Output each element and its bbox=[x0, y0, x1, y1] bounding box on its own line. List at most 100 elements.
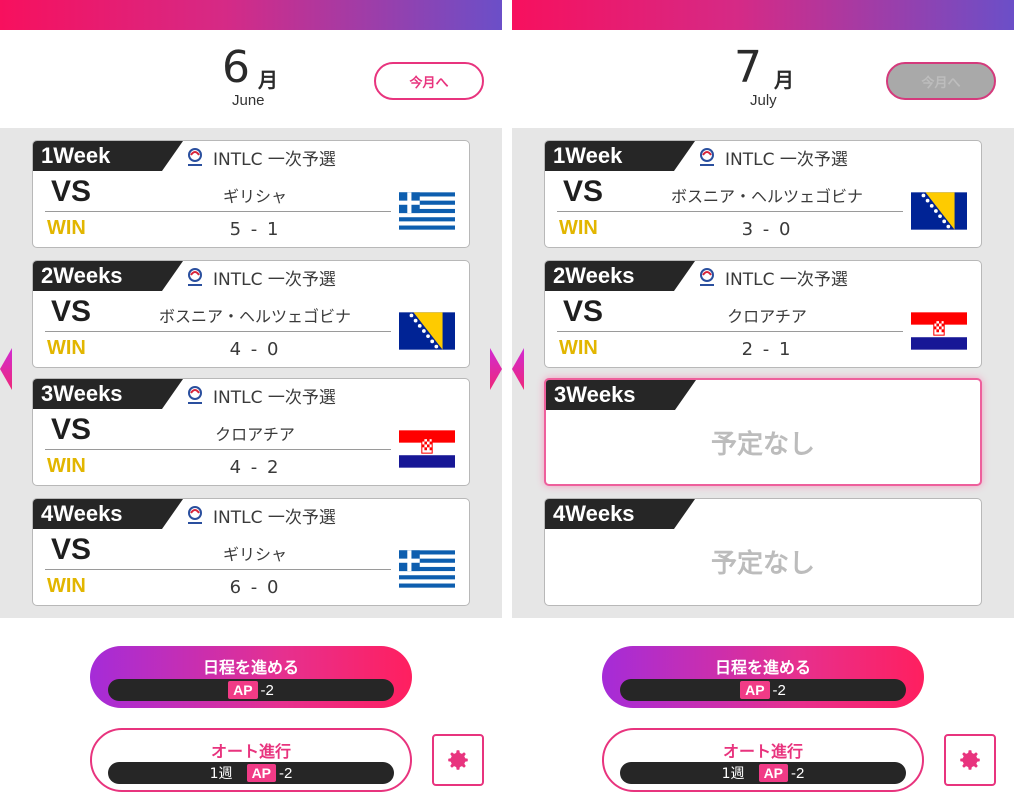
vs-label: VS bbox=[51, 533, 92, 566]
divider bbox=[45, 331, 391, 332]
auto-advance-button[interactable]: オート進行 1週 AP -2 bbox=[602, 728, 924, 792]
month-english: June bbox=[232, 92, 265, 109]
score: 6 - 0 bbox=[229, 577, 281, 598]
auto-weeks: 1週 bbox=[721, 766, 745, 782]
competition-logo-icon bbox=[188, 147, 202, 166]
auto-label: オート進行 bbox=[210, 742, 291, 761]
ap-value: -2 bbox=[260, 681, 274, 699]
divider bbox=[45, 569, 391, 570]
greece-flag-icon bbox=[399, 192, 455, 230]
score: 4 - 0 bbox=[229, 339, 281, 360]
match-card[interactable]: 3Weeks INTLC 一次予選 VS クロアチア WIN 4 - 2 bbox=[32, 378, 470, 486]
ap-value: -2 bbox=[279, 764, 293, 782]
competition-label: INTLC 一次予選 bbox=[725, 150, 848, 170]
competition-logo-icon bbox=[700, 267, 714, 286]
competition-label: INTLC 一次予選 bbox=[213, 508, 336, 528]
score: 4 - 2 bbox=[229, 457, 281, 478]
month-kanji: 月 bbox=[258, 68, 278, 92]
ap-tag: AP bbox=[740, 681, 770, 699]
match-card[interactable]: 4Weeks INTLC 一次予選 VS ギリシャ WIN 6 - 0 bbox=[32, 498, 470, 606]
ap-value: -2 bbox=[791, 764, 805, 782]
match-card[interactable]: 1Week INTLC 一次予選 VS ボスニア・ヘルツェゴビナ WIN 3 -… bbox=[544, 140, 982, 248]
vs-label: VS bbox=[51, 413, 92, 446]
this-month-button[interactable]: 今月へ bbox=[374, 62, 484, 100]
ap-tag: AP bbox=[758, 764, 789, 782]
opponent-name: ギリシャ bbox=[222, 187, 287, 206]
competition-logo-icon bbox=[188, 385, 202, 404]
vs-label: VS bbox=[51, 175, 92, 208]
competition: INTLC 一次予選 bbox=[695, 145, 848, 170]
top-bar bbox=[0, 0, 502, 30]
competition: INTLC 一次予選 bbox=[695, 265, 848, 290]
result-label: WIN bbox=[47, 337, 86, 359]
week-tab: 2Weeks bbox=[33, 261, 183, 291]
month-header: 6 月 June 今月へ bbox=[0, 30, 502, 128]
vs-label: VS bbox=[563, 295, 604, 328]
advance-label: 日程を進める bbox=[714, 658, 811, 677]
no-schedule-label: 予定なし bbox=[710, 430, 815, 460]
settings-button[interactable] bbox=[944, 734, 996, 786]
week-tab: 4Weeks bbox=[545, 499, 695, 529]
week-tab: 2Weeks bbox=[545, 261, 695, 291]
match-list: 1Week INTLC 一次予選 VS ギリシャ WIN 5 - 1 2Week… bbox=[0, 128, 502, 618]
vs-label: VS bbox=[51, 295, 92, 328]
competition: INTLC 一次予選 bbox=[183, 265, 336, 290]
ap-tag: AP bbox=[246, 764, 277, 782]
month-number: 7 bbox=[734, 42, 762, 93]
ap-value: -2 bbox=[772, 681, 786, 699]
score: 2 - 1 bbox=[741, 339, 793, 360]
auto-cost-bar: 1週 AP -2 bbox=[108, 762, 394, 784]
opponent-name: ボスニア・ヘルツェゴビナ bbox=[670, 187, 863, 206]
ap-cost-bar: AP -2 bbox=[620, 679, 906, 701]
competition-logo-icon bbox=[188, 505, 202, 524]
opponent-name: クロアチア bbox=[727, 307, 807, 326]
competition-label: INTLC 一次予選 bbox=[213, 388, 336, 408]
week-tab: 1Week bbox=[33, 141, 183, 171]
month-kanji: 月 bbox=[774, 68, 794, 92]
week-tab: 3Weeks bbox=[546, 380, 696, 410]
no-schedule-label: 予定なし bbox=[710, 549, 815, 579]
opponent-name: ボスニア・ヘルツェゴビナ bbox=[158, 307, 351, 326]
advance-schedule-button[interactable]: 日程を進める AP -2 bbox=[90, 646, 412, 708]
empty-week-card[interactable]: 3Weeks 予定なし bbox=[544, 378, 982, 486]
auto-advance-button[interactable]: オート進行 1週 AP -2 bbox=[90, 728, 412, 792]
gear-icon bbox=[448, 750, 468, 770]
match-card[interactable]: 2Weeks INTLC 一次予選 VS クロアチア WIN 2 - 1 bbox=[544, 260, 982, 368]
result-label: WIN bbox=[559, 337, 598, 359]
advance-schedule-button[interactable]: 日程を進める AP -2 bbox=[602, 646, 924, 708]
score: 5 - 1 bbox=[229, 219, 281, 240]
divider bbox=[45, 211, 391, 212]
week-tab: 3Weeks bbox=[33, 379, 183, 409]
bosnia-flag-icon bbox=[399, 312, 455, 350]
month-header: 7 月 July 今月へ bbox=[512, 30, 1014, 128]
match-list: 1Week INTLC 一次予選 VS ボスニア・ヘルツェゴビナ WIN 3 -… bbox=[512, 128, 1014, 618]
empty-week-card[interactable]: 4Weeks 予定なし bbox=[544, 498, 982, 606]
match-card[interactable]: 1Week INTLC 一次予選 VS ギリシャ WIN 5 - 1 bbox=[32, 140, 470, 248]
schedule-panel-july: 7 月 July 今月へ 1Week INTLC 一次予選 VS ボスニア・ヘル… bbox=[512, 0, 1014, 810]
competition-label: INTLC 一次予選 bbox=[213, 270, 336, 290]
result-label: WIN bbox=[47, 575, 86, 597]
divider bbox=[557, 331, 903, 332]
competition-label: INTLC 一次予選 bbox=[725, 270, 848, 290]
auto-weeks: 1週 bbox=[209, 766, 233, 782]
opponent-name: ギリシャ bbox=[222, 545, 287, 564]
settings-button[interactable] bbox=[432, 734, 484, 786]
month-number: 6 bbox=[222, 42, 250, 93]
croatia-flag-icon bbox=[399, 430, 455, 468]
divider bbox=[557, 211, 903, 212]
month-english: July bbox=[750, 92, 777, 109]
competition: INTLC 一次予選 bbox=[183, 383, 336, 408]
competition-logo-icon bbox=[700, 147, 714, 166]
advance-label: 日程を進める bbox=[202, 658, 299, 677]
gear-icon bbox=[960, 750, 980, 770]
match-card[interactable]: 2Weeks INTLC 一次予選 VS ボスニア・ヘルツェゴビナ WIN 4 … bbox=[32, 260, 470, 368]
bosnia-flag-icon bbox=[911, 192, 967, 230]
this-month-button[interactable]: 今月へ bbox=[886, 62, 996, 100]
vs-label: VS bbox=[563, 175, 604, 208]
result-label: WIN bbox=[47, 455, 86, 477]
greece-flag-icon bbox=[399, 550, 455, 588]
ap-tag: AP bbox=[228, 681, 258, 699]
result-label: WIN bbox=[47, 217, 86, 239]
auto-label: オート進行 bbox=[722, 742, 803, 761]
top-bar bbox=[512, 0, 1014, 30]
